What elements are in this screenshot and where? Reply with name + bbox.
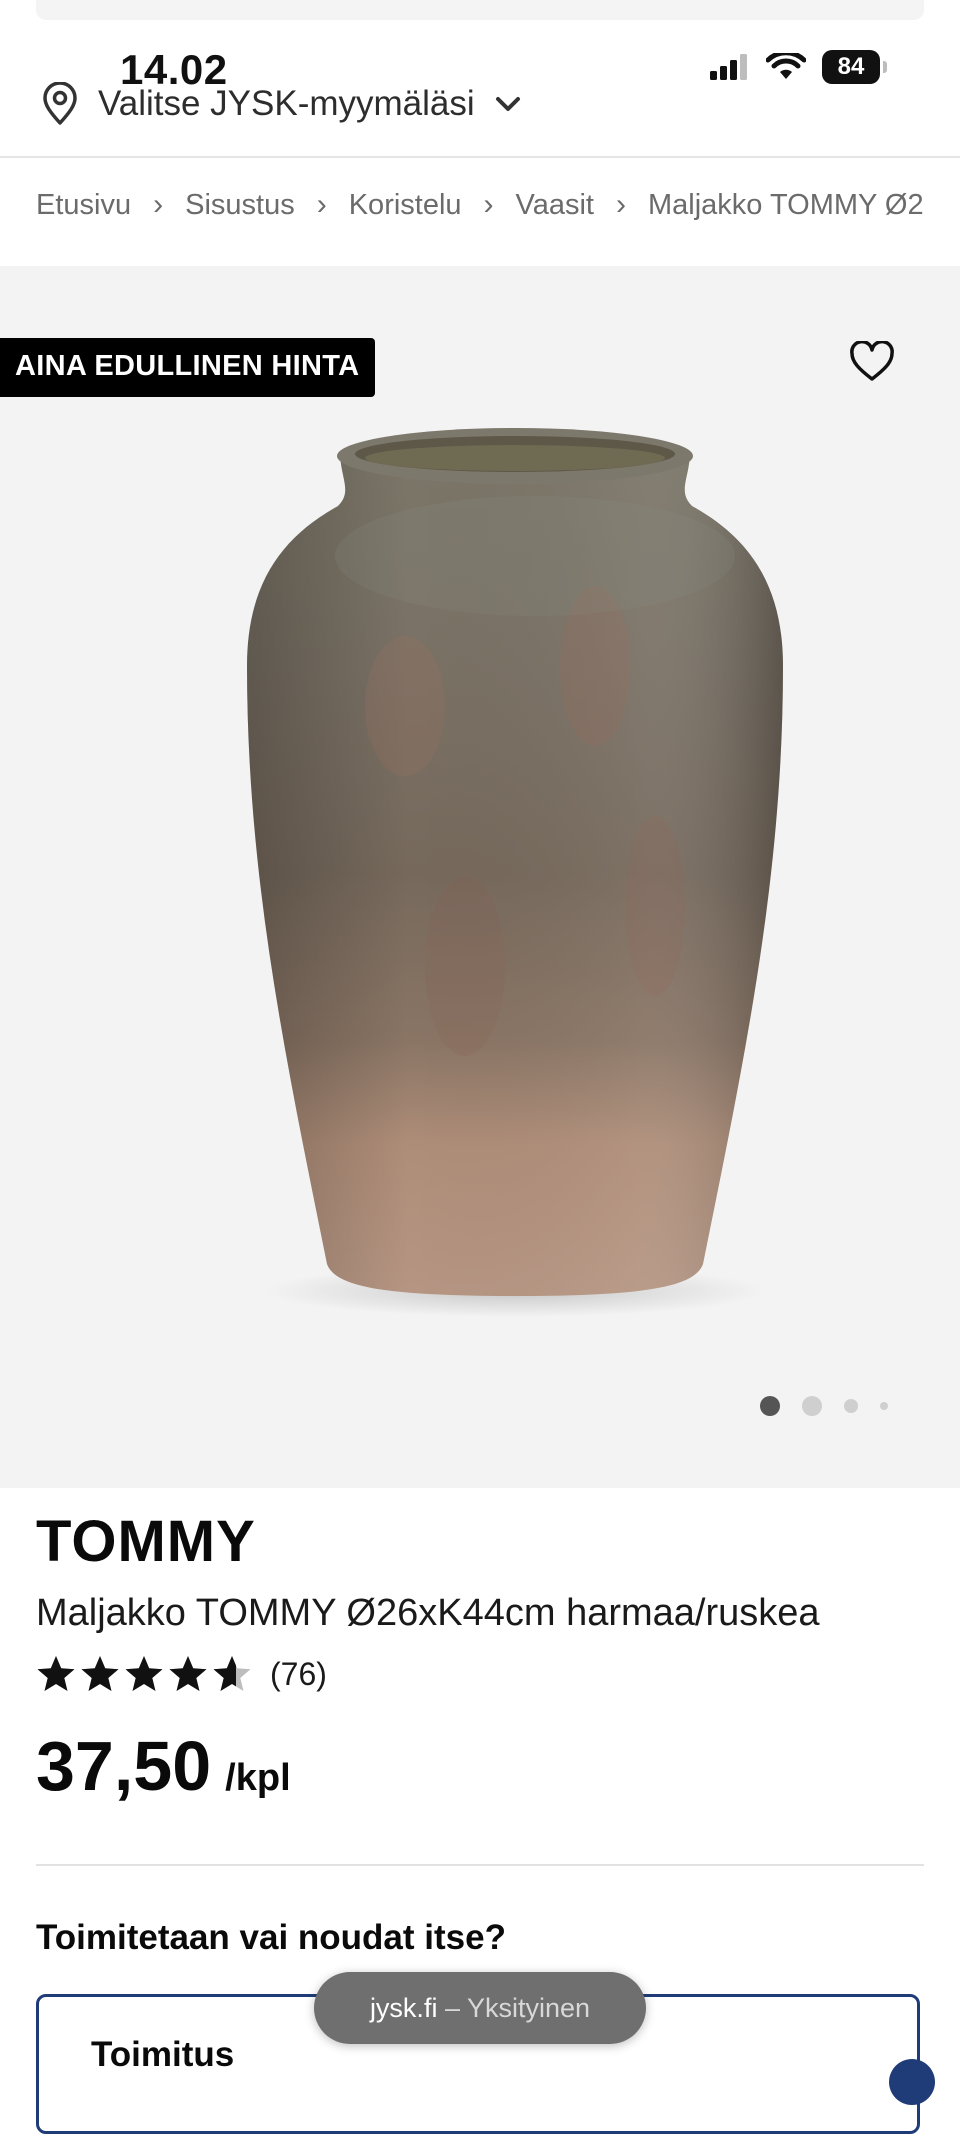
battery-level: 84 bbox=[837, 53, 865, 80]
product-name: Maljakko TOMMY Ø26xK44cm harmaa/ruskea bbox=[36, 1592, 820, 1634]
product-rating[interactable]: (76) bbox=[36, 1654, 327, 1694]
chevron-down-icon bbox=[495, 97, 520, 111]
product-price: 37,50 bbox=[36, 1727, 212, 1805]
breadcrumb-separator: › bbox=[153, 188, 164, 221]
battery-indicator: 84 bbox=[822, 50, 887, 84]
price-unit: /kpl bbox=[225, 1757, 291, 1799]
product-image-gallery[interactable]: AINA EDULLINEN HINTA bbox=[0, 266, 960, 1488]
star-icon bbox=[169, 1656, 207, 1691]
breadcrumb-separator: › bbox=[616, 188, 626, 221]
wifi-icon bbox=[766, 53, 806, 79]
gallery-dot-2[interactable] bbox=[802, 1396, 822, 1416]
location-pin-icon bbox=[43, 82, 77, 125]
heart-outline-icon bbox=[850, 341, 894, 381]
breadcrumb: Etusivu › Sisustus › Koristelu › Vaasit … bbox=[36, 188, 924, 222]
browser-domain: jysk.fi bbox=[369, 1992, 438, 2023]
top-strip bbox=[36, 0, 924, 20]
section-divider bbox=[36, 1864, 924, 1866]
gallery-dot-1[interactable] bbox=[760, 1396, 780, 1416]
cellular-signal-icon bbox=[710, 54, 747, 80]
price-row: 37,50 /kpl bbox=[36, 1726, 291, 1806]
price-badge: AINA EDULLINEN HINTA bbox=[0, 338, 376, 397]
store-selector-label: Valitse JYSK-myymäläsi bbox=[98, 84, 475, 123]
product-image-vase bbox=[247, 428, 783, 1317]
delivery-option-label: Toimitus bbox=[91, 2035, 235, 2074]
breadcrumb-item-sisustus[interactable]: Sisustus bbox=[185, 189, 295, 222]
status-icons: 84 bbox=[710, 50, 887, 84]
breadcrumb-item-current: Maljakko TOMMY Ø26xK44cm harmaa/ruskea bbox=[648, 188, 924, 221]
gallery-dot-4[interactable] bbox=[880, 1402, 888, 1410]
product-brand: TOMMY bbox=[36, 1509, 256, 1574]
breadcrumb-separator: › bbox=[316, 188, 327, 221]
gallery-pagination bbox=[760, 1396, 888, 1416]
review-count: (76) bbox=[270, 1655, 327, 1692]
star-icon bbox=[213, 1656, 251, 1691]
breadcrumb-item-etusivu[interactable]: Etusivu bbox=[36, 189, 131, 222]
breadcrumb-item-koristelu[interactable]: Koristelu bbox=[349, 189, 462, 222]
delivery-option-radio[interactable] bbox=[889, 2059, 935, 2105]
star-icon bbox=[125, 1656, 163, 1691]
delivery-question: Toimitetaan vai noudat itse? bbox=[36, 1918, 506, 1957]
browser-url-pill[interactable]: jysk.fi – Yksityinen bbox=[314, 1972, 646, 2044]
favorite-button[interactable] bbox=[848, 338, 896, 386]
star-icon bbox=[37, 1656, 75, 1691]
store-selector[interactable]: Valitse JYSK-myymäläsi bbox=[40, 82, 523, 126]
breadcrumb-item-vaasit[interactable]: Vaasit bbox=[516, 189, 594, 222]
gallery-dot-3[interactable] bbox=[844, 1399, 858, 1413]
browser-private-mode: – Yksityinen bbox=[444, 1992, 591, 2023]
header-divider bbox=[0, 156, 960, 158]
breadcrumb-separator: › bbox=[483, 188, 494, 221]
star-icon bbox=[81, 1656, 119, 1691]
rating-stars bbox=[36, 1654, 252, 1694]
